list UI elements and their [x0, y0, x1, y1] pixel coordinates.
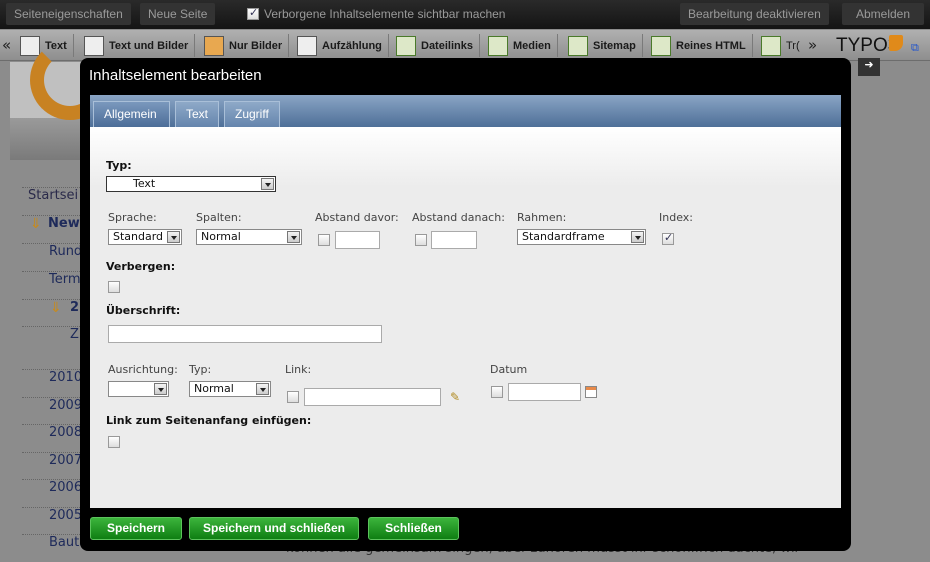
dialog-title: Inhaltselement bearbeiten — [89, 67, 262, 84]
ueberschrift-label: Überschrift: — [106, 304, 181, 317]
logout-button[interactable]: Abmelden — [842, 3, 924, 25]
typ-label: Typ: — [106, 159, 132, 172]
toolbar-item-label: Dateilinks — [421, 39, 473, 52]
arrow-down-icon: ⇓ — [50, 300, 62, 316]
toolbar-item-list[interactable]: Aufzählung — [297, 34, 389, 57]
chevron-down-icon — [167, 231, 180, 243]
images-icon — [204, 35, 224, 56]
tab-text[interactable]: Text — [175, 101, 220, 127]
ausrichtung-select[interactable] — [108, 381, 169, 397]
save-close-button[interactable]: Speichern und schließen — [189, 517, 359, 540]
scroll-left-button[interactable]: « — [2, 36, 11, 54]
link-wizard-icon[interactable]: ✎ — [450, 390, 460, 404]
sprache-select[interactable]: Standard — [108, 229, 182, 245]
top-link-checkbox[interactable] — [108, 436, 120, 448]
chevron-down-icon — [261, 178, 274, 190]
spalten-label: Spalten: — [196, 211, 242, 224]
tab-zugriff[interactable]: Zugriff — [224, 101, 280, 127]
calendar-icon[interactable] — [585, 386, 597, 398]
toolbar-item-filelinks[interactable]: Dateilinks — [396, 34, 480, 57]
sprache-value: Standard — [113, 230, 164, 243]
index-checkbox[interactable] — [662, 231, 674, 245]
filelinks-icon — [396, 35, 416, 56]
arrow-down-icon: ⇓ — [30, 216, 42, 232]
show-hidden-label: Verborgene Inhaltselemente sichtbar mach… — [264, 7, 506, 21]
datum-input[interactable] — [508, 383, 581, 401]
link-input[interactable] — [304, 388, 441, 406]
toolbar-item-label: Tr( — [786, 39, 800, 52]
disable-edit-button[interactable]: Bearbeitung deaktivieren — [680, 3, 829, 25]
rahmen-select[interactable]: Standardframe — [517, 229, 646, 245]
content-element-toolbar: « Text Text und Bilder Nur Bilder Aufzäh… — [0, 30, 930, 61]
toolbar-item-html[interactable]: Reines HTML — [651, 34, 753, 57]
typo3-logo-icon — [889, 35, 903, 51]
link-checkbox[interactable] — [287, 391, 299, 403]
typ-value: Text — [133, 177, 156, 190]
toolbar-item-images[interactable]: Nur Bilder — [204, 34, 290, 57]
abstand-danach-input[interactable] — [431, 231, 477, 249]
typ2-label: Typ: — [189, 363, 212, 376]
list-icon — [297, 35, 317, 56]
spalten-value: Normal — [201, 230, 241, 243]
toolbar-item-label: Medien — [513, 39, 551, 52]
rahmen-label: Rahmen: — [517, 211, 567, 224]
toolbar-item-label: Nur Bilder — [229, 39, 283, 52]
abstand-davor-label: Abstand davor: — [315, 211, 399, 224]
tab-allgemein[interactable]: Allgemein — [93, 101, 170, 127]
spalten-select[interactable]: Normal — [196, 229, 302, 245]
close-button[interactable]: Schließen — [368, 517, 459, 540]
media-icon — [488, 35, 508, 56]
ueberschrift-input[interactable] — [108, 325, 382, 343]
abstand-danach-label: Abstand danach: — [412, 211, 505, 224]
typ2-value: Normal — [194, 382, 234, 395]
external-link-icon[interactable]: ⧉ — [911, 41, 919, 55]
form-panel: Typ: Text Sprache: Standard Spalten: Nor… — [90, 127, 841, 508]
chevron-down-icon — [631, 231, 644, 243]
scroll-right-button[interactable]: » — [808, 36, 817, 54]
new-page-button[interactable]: Neue Seite — [140, 3, 216, 25]
toolbar-item-media[interactable]: Medien — [488, 34, 558, 57]
html-icon — [651, 35, 671, 56]
toolbar-item-label: Reines HTML — [676, 39, 746, 52]
toolbar-item-label: Aufzählung — [322, 39, 382, 52]
arrow-right-icon[interactable]: ➜ — [858, 58, 880, 76]
datum-checkbox[interactable] — [491, 386, 503, 398]
chevron-down-icon — [256, 383, 269, 395]
toolbar-item-label: Sitemap — [593, 39, 636, 52]
show-hidden-checkbox[interactable] — [247, 6, 259, 20]
typ-select[interactable]: Text — [106, 176, 276, 192]
toolbar-item-divider[interactable]: Tr( — [761, 34, 806, 57]
typ2-select[interactable]: Normal — [189, 381, 271, 397]
ausrichtung-label: Ausrichtung: — [108, 363, 178, 376]
tab-bar: Allgemein Text Zugriff — [90, 95, 841, 127]
top-bar: Seiteneigenschaften Neue Seite Verborgen… — [0, 0, 930, 29]
save-button[interactable]: Speichern — [90, 517, 182, 540]
rahmen-value: Standardframe — [522, 230, 605, 243]
edit-content-dialog: Inhaltselement bearbeiten Allgemein Text… — [80, 58, 851, 551]
verbergen-label: Verbergen: — [106, 260, 176, 273]
verbergen-checkbox[interactable] — [108, 281, 120, 293]
page-properties-button[interactable]: Seiteneigenschaften — [6, 3, 131, 25]
toolbar-item-label: Text und Bilder — [109, 39, 189, 52]
chevron-down-icon — [154, 383, 167, 395]
abstand-davor-checkbox[interactable] — [318, 234, 330, 246]
sprache-label: Sprache: — [108, 211, 157, 224]
text-icon — [20, 35, 40, 56]
abstand-davor-input[interactable] — [335, 231, 380, 249]
sitemap-icon — [568, 35, 588, 56]
toolbar-item-sitemap[interactable]: Sitemap — [568, 34, 643, 57]
chevron-down-icon — [287, 231, 300, 243]
divider-icon — [761, 35, 781, 56]
datum-label: Datum — [490, 363, 528, 376]
top-link-label: Link zum Seitenanfang einfügen: — [106, 414, 312, 427]
link-label: Link: — [285, 363, 312, 376]
index-label: Index: — [659, 211, 693, 224]
abstand-danach-checkbox[interactable] — [415, 234, 427, 246]
